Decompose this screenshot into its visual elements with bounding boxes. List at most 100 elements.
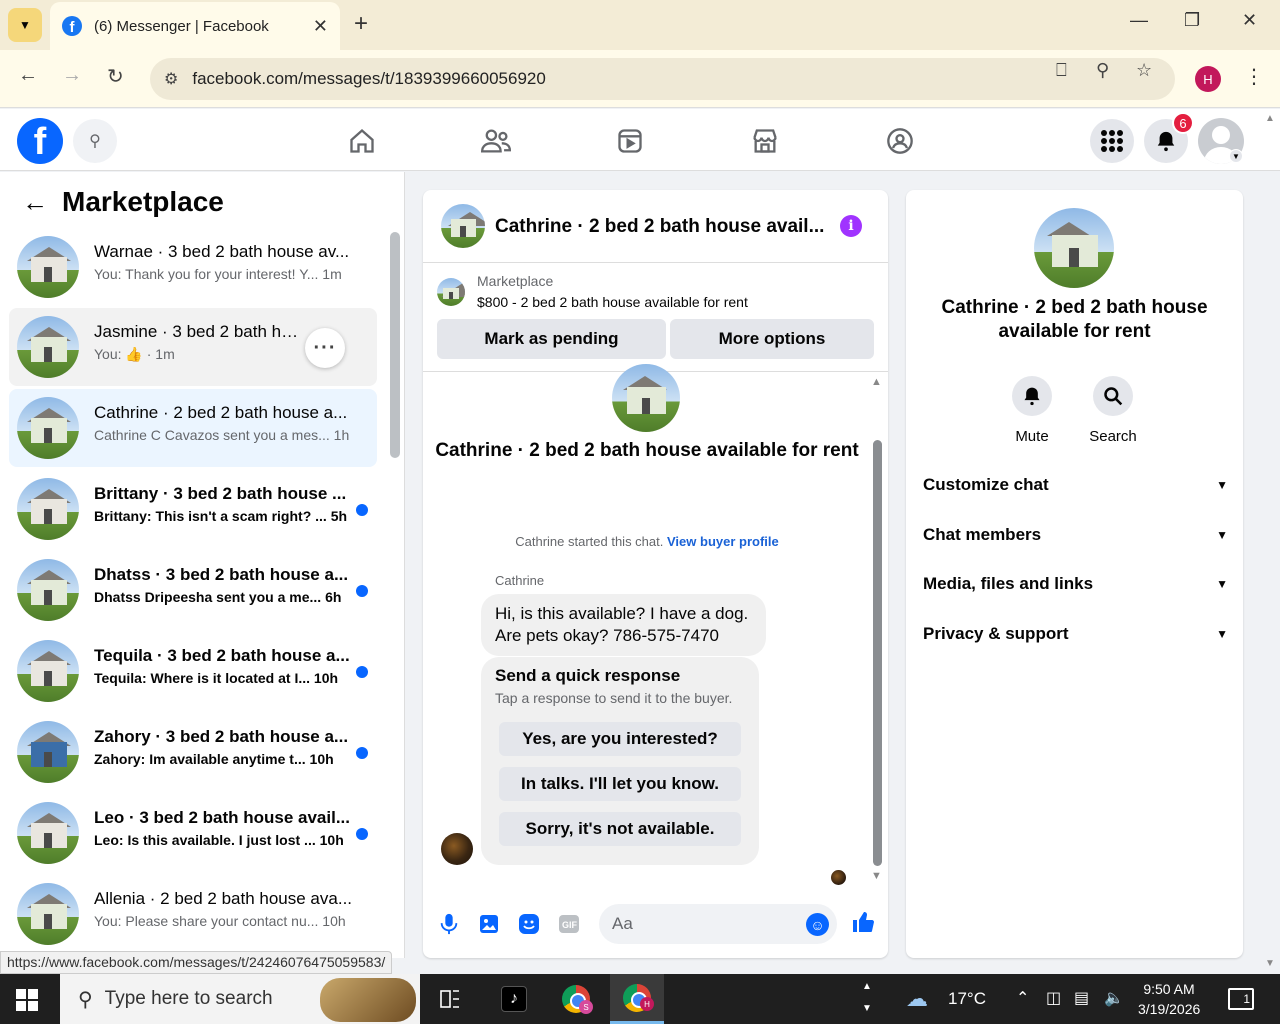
buyer-avatar[interactable]: [441, 833, 473, 865]
action-center-icon[interactable]: 1: [1228, 988, 1254, 1010]
clock-date: 3/19/2026: [1138, 1001, 1201, 1017]
conversation-item[interactable]: Brittany · 3 bed 2 bath house ... Britta…: [9, 470, 377, 548]
conversation-item[interactable]: Jasmine · 3 bed 2 bath house... You: 👍 ·…: [9, 308, 377, 386]
incoming-message-bubble[interactable]: Hi, is this available? I have a dog. Are…: [481, 594, 766, 656]
taskbar-clock[interactable]: 9:50 AM 3/19/2026: [1138, 979, 1200, 1019]
show-hidden-icons-icon[interactable]: ⌃: [1016, 988, 1029, 1008]
conversation-name: Brittany · 3 bed 2 bath house ...: [94, 484, 347, 503]
section-label: Chat members: [923, 525, 1042, 544]
chat-title[interactable]: Cathrine · 2 bed 2 bath house avail...: [495, 216, 825, 238]
conversation-item[interactable]: Allenia · 2 bed 2 bath house ava... You:…: [9, 875, 377, 953]
marketplace-conversation-sidebar: ← Marketplace ▲ Warnae · 3 bed 2 bath ho…: [0, 172, 405, 958]
conversation-more-options-button[interactable]: ···: [305, 328, 345, 368]
conversation-item[interactable]: Zahory · 3 bed 2 bath house a... Zahory:…: [9, 713, 377, 791]
listing-thumbnail: [17, 802, 79, 864]
listing-title[interactable]: $800 - 2 bed 2 bath house available for …: [477, 294, 748, 310]
close-window-icon[interactable]: ✕: [1242, 10, 1257, 31]
chevron-down-icon[interactable]: ▼: [1229, 149, 1243, 163]
quick-response-button[interactable]: In talks. I'll let you know.: [499, 767, 741, 801]
bookmark-star-icon[interactable]: ☆: [1136, 60, 1152, 81]
conversation-item[interactable]: Leo · 3 bed 2 bath house avail... Leo: I…: [9, 794, 377, 872]
quick-response-button[interactable]: Yes, are you interested?: [499, 722, 741, 756]
tab-search-dropdown[interactable]: ▼: [8, 8, 42, 42]
photo-icon[interactable]: [477, 912, 501, 936]
url-omnibox[interactable]: ⚙ facebook.com/messages/t/18393996600569…: [150, 58, 1175, 100]
microphone-icon[interactable]: [437, 912, 461, 936]
search-highlight-image[interactable]: [320, 978, 416, 1022]
home-icon[interactable]: [347, 126, 377, 156]
notification-count: 1: [1243, 992, 1250, 1006]
view-buyer-profile-link[interactable]: View buyer profile: [667, 534, 779, 549]
mute-button[interactable]: Mute: [1000, 376, 1064, 445]
chevron-down-icon: ▼: [1216, 478, 1228, 492]
sticker-icon[interactable]: [517, 912, 541, 936]
browser-tab[interactable]: f (6) Messenger | Facebook ✕: [50, 2, 340, 50]
scroll-up-icon[interactable]: ▲: [871, 376, 882, 388]
groups-icon[interactable]: [885, 126, 915, 156]
conversation-item[interactable]: Cathrine · 2 bed 2 bath house a... Cathr…: [9, 389, 377, 467]
taskbar-search-placeholder: Type here to search: [104, 988, 273, 1009]
conversation-info-panel: Cathrine · 2 bed 2 bath house available …: [906, 190, 1243, 958]
search-in-conversation-button[interactable]: Search: [1081, 376, 1145, 445]
more-options-button[interactable]: More options: [670, 319, 874, 359]
camera-icon[interactable]: ◫: [1046, 988, 1061, 1008]
browser-menu-icon[interactable]: ⋮: [1244, 64, 1264, 89]
new-tab-icon[interactable]: +: [354, 10, 368, 38]
zoom-icon[interactable]: ⚲: [1096, 60, 1109, 81]
video-icon[interactable]: [615, 126, 645, 156]
emoji-icon[interactable]: ☺: [806, 913, 829, 936]
customize-chat-section[interactable]: Customize chat ▼: [923, 475, 1228, 495]
privacy-support-section[interactable]: Privacy & support ▼: [923, 624, 1228, 644]
chat-listing-thumbnail[interactable]: [441, 204, 485, 248]
gif-icon[interactable]: GIF: [557, 912, 581, 936]
forward-arrow-icon[interactable]: →: [62, 64, 82, 87]
sidebar-title: Marketplace: [62, 186, 224, 217]
back-arrow-icon[interactable]: ←: [22, 187, 48, 218]
taskbar-scroll-icon[interactable]: ▲ ▼: [862, 976, 872, 1020]
conversation-item[interactable]: Dhatss · 3 bed 2 bath house a... Dhatss …: [9, 551, 377, 629]
weather-cloud-icon[interactable]: ☁: [906, 986, 928, 1012]
page-scroll-down-icon[interactable]: ▼: [1265, 958, 1275, 969]
site-settings-icon[interactable]: ⚙: [164, 69, 178, 89]
tiktok-app-icon[interactable]: ♪: [487, 974, 541, 1024]
close-tab-icon[interactable]: ✕: [313, 16, 328, 37]
chat-scrollbar[interactable]: [873, 440, 882, 866]
chrome-profile-h-icon[interactable]: H: [610, 974, 664, 1024]
chrome-profile-s-icon[interactable]: S: [549, 974, 603, 1024]
media-files-links-section[interactable]: Media, files and links ▼: [923, 574, 1228, 594]
quick-response-button[interactable]: Sorry, it's not available.: [499, 812, 741, 846]
conversation-item[interactable]: Tequila · 3 bed 2 bath house a... Tequil…: [9, 632, 377, 710]
volume-icon[interactable]: 🔈: [1104, 988, 1124, 1008]
mark-as-pending-button[interactable]: Mark as pending: [437, 319, 666, 359]
info-icon[interactable]: i: [840, 215, 862, 237]
facebook-search-icon[interactable]: ⚲: [73, 119, 117, 163]
friends-icon[interactable]: [481, 126, 511, 156]
section-label: Media, files and links: [923, 574, 1094, 593]
conversation-item[interactable]: Warnae · 3 bed 2 bath house av... You: T…: [9, 228, 377, 306]
section-label: Customize chat: [923, 475, 1049, 494]
page-scroll-up-icon[interactable]: ▲: [1265, 113, 1275, 124]
thumbs-up-send-icon[interactable]: [851, 910, 875, 940]
facebook-logo-icon[interactable]: f: [17, 118, 63, 164]
install-app-icon[interactable]: ⎕: [1056, 60, 1067, 81]
menu-grid-icon[interactable]: [1090, 119, 1134, 163]
divider: [423, 262, 888, 263]
svg-text:GIF: GIF: [562, 920, 578, 930]
reload-icon[interactable]: ↻: [107, 64, 124, 89]
temperature-text[interactable]: 17°C: [948, 989, 986, 1009]
task-view-icon[interactable]: [423, 974, 477, 1024]
restore-icon[interactable]: ❐: [1184, 10, 1200, 31]
listing-thumbnail: [17, 883, 79, 945]
chat-members-section[interactable]: Chat members ▼: [923, 525, 1228, 545]
windows-start-icon[interactable]: [16, 989, 38, 1011]
message-input[interactable]: Aa: [599, 904, 837, 944]
scroll-down-icon[interactable]: ▼: [871, 870, 882, 882]
minimize-icon[interactable]: —: [1130, 10, 1148, 31]
browser-profile-avatar[interactable]: H: [1195, 66, 1221, 92]
marketplace-icon[interactable]: [750, 126, 780, 156]
back-arrow-icon[interactable]: ←: [18, 64, 38, 87]
conversation-name: Cathrine · 2 bed 2 bath house a...: [94, 403, 348, 422]
sidebar-scrollbar[interactable]: [390, 232, 400, 458]
clock-time: 9:50 AM: [1143, 981, 1195, 997]
network-icon[interactable]: ▤: [1074, 988, 1089, 1008]
